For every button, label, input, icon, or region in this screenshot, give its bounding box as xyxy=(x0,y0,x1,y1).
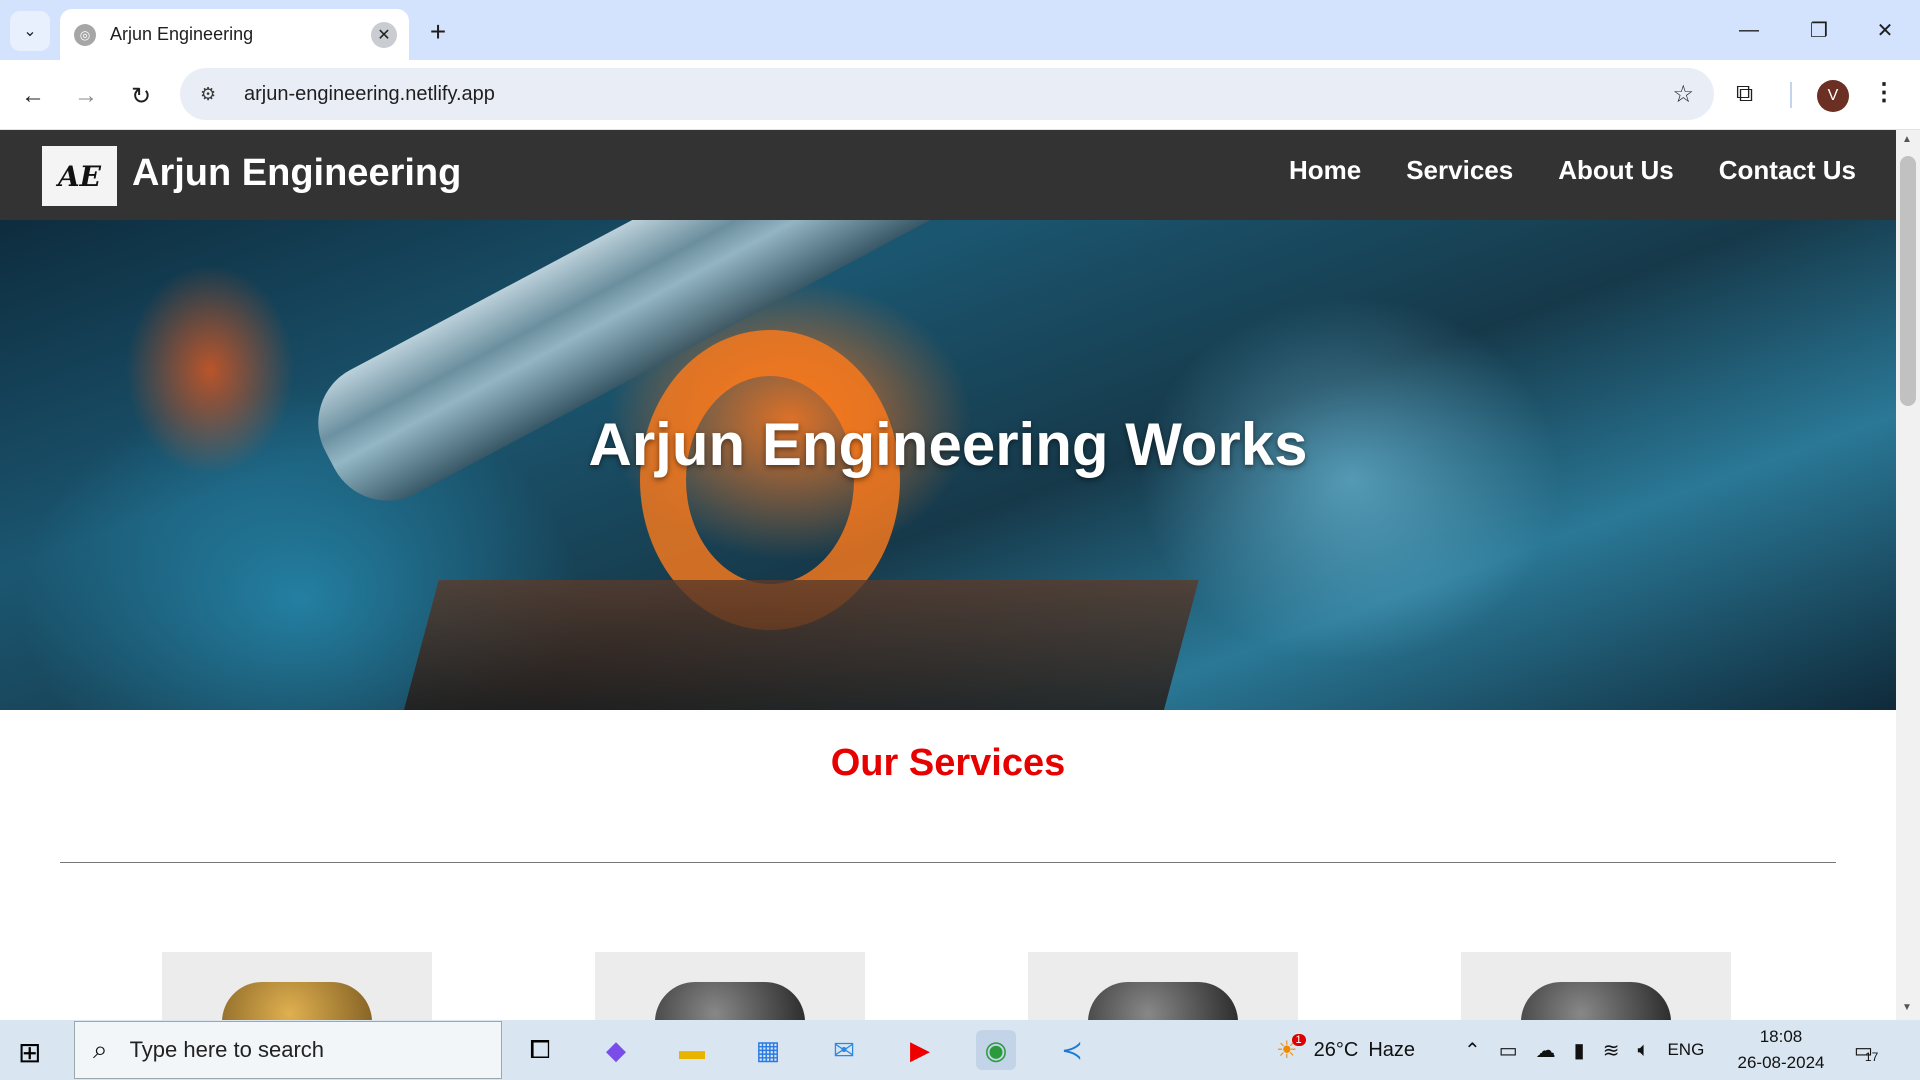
page-scrollbar[interactable]: ▲ ▼ xyxy=(1896,130,1920,1020)
service-image xyxy=(1521,982,1671,1020)
globe-icon: ◎ xyxy=(74,23,96,46)
service-card-bolts[interactable] xyxy=(1028,952,1298,1020)
battery-icon[interactable]: ▮ xyxy=(1574,1038,1585,1063)
services-heading: Our Services xyxy=(830,742,1066,784)
cloud-icon[interactable]: ☁ xyxy=(1536,1038,1556,1063)
hero-banner: Arjun Engineering Works xyxy=(0,220,1896,710)
tab-title: Arjun Engineering xyxy=(110,24,254,44)
browser-tab-active[interactable]: ◎ Arjun Engineering ✕ xyxy=(60,9,409,60)
chevron-down-icon: ⌄ xyxy=(23,23,37,40)
tab-search-button[interactable]: ⌄ xyxy=(10,11,50,51)
taskbar-search-placeholder: Type here to search xyxy=(129,1037,325,1062)
mail-icon[interactable]: ✉ xyxy=(824,1030,864,1070)
bookmark-star-icon[interactable]: ☆ xyxy=(1672,80,1694,109)
weather-desc: Haze xyxy=(1368,1038,1416,1061)
taskbar-search[interactable]: ⌕ Type here to search xyxy=(74,1021,502,1079)
youtube-icon[interactable]: ▶ xyxy=(900,1030,940,1070)
system-tray: ⌃ ▭ ☁ ▮ ≋ 🔈︎ ENG xyxy=(1464,1020,1704,1080)
clock-date: 26-08-2024 xyxy=(1737,1053,1825,1072)
weather-badge: 1 xyxy=(1291,1034,1306,1046)
nav-services[interactable]: Services xyxy=(1406,155,1513,186)
hero-title: Arjun Engineering Works xyxy=(588,411,1308,478)
task-view-icon[interactable]: ⧠ xyxy=(520,1030,560,1070)
arrow-left-icon: ← xyxy=(21,82,45,109)
hero-machine-base xyxy=(401,580,1199,710)
scroll-up-icon[interactable]: ▲ xyxy=(1902,134,1912,145)
weather-temp: 26°C xyxy=(1313,1038,1359,1061)
chevron-up-icon[interactable]: ⌃ xyxy=(1464,1038,1481,1063)
close-tab-icon[interactable]: ✕ xyxy=(371,21,397,48)
file-explorer-icon[interactable]: ▬ xyxy=(672,1030,712,1070)
service-image xyxy=(655,982,805,1020)
notification-count: 17 xyxy=(1864,1050,1879,1064)
section-divider xyxy=(60,862,1836,863)
reload-button[interactable]: ↻ xyxy=(122,77,160,115)
language-indicator[interactable]: ENG xyxy=(1667,1040,1704,1060)
service-image xyxy=(1088,982,1238,1020)
restore-button[interactable]: ❐ xyxy=(1784,0,1854,60)
page-viewport: AE Arjun Engineering Home Services About… xyxy=(0,130,1896,1020)
close-window-button[interactable]: ✕ xyxy=(1850,0,1920,60)
site-navbar: AE Arjun Engineering Home Services About… xyxy=(0,130,1896,220)
scroll-down-icon[interactable]: ▼ xyxy=(1902,1002,1912,1013)
nav-contact-us[interactable]: Contact Us xyxy=(1719,155,1856,186)
service-card-rings[interactable] xyxy=(1461,952,1731,1020)
browser-tabstrip: ⌄ ◎ Arjun Engineering ✕ + — ❐ ✕ xyxy=(0,0,1920,60)
weather-widget[interactable]: ☀ 1 26°C Haze xyxy=(1276,1020,1415,1080)
nav-home[interactable]: Home xyxy=(1289,155,1361,186)
site-info-icon[interactable]: ⚙ xyxy=(200,84,230,105)
clock-time: 18:08 xyxy=(1759,1027,1803,1046)
volume-icon[interactable]: 🔈︎ xyxy=(1637,1039,1649,1062)
scrollbar-thumb[interactable] xyxy=(1900,156,1916,406)
profile-avatar[interactable]: V xyxy=(1817,80,1849,112)
arrow-right-icon: → xyxy=(74,82,98,109)
nav-about-us[interactable]: About Us xyxy=(1558,155,1674,186)
back-button[interactable]: ← xyxy=(14,77,52,115)
browser-toolbar: ← → ↻ ⚙ arjun-engineering.netlify.app ☆ … xyxy=(0,60,1920,130)
wifi-icon[interactable]: ≋ xyxy=(1603,1038,1620,1063)
windows-taskbar: ⊞ ⌕ Type here to search ⧠ ◆ ▬ ▦ ✉ ▶ ◉ ≺ … xyxy=(0,1020,1920,1080)
minimize-button[interactable]: — xyxy=(1714,0,1784,60)
extensions-icon[interactable]: ⧉ xyxy=(1736,80,1753,108)
microsoft-store-icon[interactable]: ▦ xyxy=(748,1030,788,1070)
chrome-icon[interactable]: ◉ xyxy=(976,1030,1016,1070)
site-brand[interactable]: Arjun Engineering xyxy=(132,152,461,195)
meet-icon[interactable]: ▭ xyxy=(1499,1038,1518,1063)
forward-button[interactable]: → xyxy=(67,77,105,115)
search-icon: ⌕ xyxy=(93,1034,108,1064)
notification-center[interactable]: ▭ 17 xyxy=(1854,1020,1878,1080)
service-card-gears[interactable] xyxy=(162,952,432,1020)
url-text[interactable]: arjun-engineering.netlify.app xyxy=(244,83,495,106)
site-menu: Home Services About Us Contact Us xyxy=(1289,155,1856,186)
service-image xyxy=(222,982,372,1020)
toolbar-divider xyxy=(1790,82,1792,108)
copilot-icon[interactable]: ◆ xyxy=(596,1030,636,1070)
address-bar[interactable]: ⚙ arjun-engineering.netlify.app ☆ xyxy=(180,68,1714,120)
site-logo[interactable]: AE xyxy=(42,146,117,206)
service-card-nuts[interactable] xyxy=(595,952,865,1020)
vscode-icon[interactable]: ≺ xyxy=(1052,1030,1092,1070)
new-tab-button[interactable]: + xyxy=(420,14,456,50)
more-menu-icon[interactable]: ⋮ xyxy=(1872,78,1896,107)
taskbar-clock[interactable]: 18:08 26-08-2024 xyxy=(1726,1024,1836,1076)
windows-start-icon[interactable]: ⊞ xyxy=(18,1036,41,1069)
reload-icon: ↻ xyxy=(130,82,152,110)
